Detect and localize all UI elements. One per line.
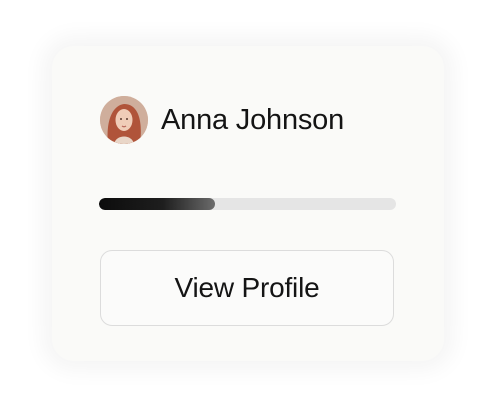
profile-header: Anna Johnson — [100, 96, 344, 144]
progress-bar-fill — [99, 198, 215, 210]
avatar-photo-icon — [100, 96, 148, 144]
profile-card: Anna Johnson View Profile — [52, 46, 444, 361]
view-profile-button[interactable]: View Profile — [100, 250, 394, 326]
progress-bar — [99, 198, 396, 210]
profile-name: Anna Johnson — [161, 103, 345, 136]
avatar — [100, 96, 148, 144]
